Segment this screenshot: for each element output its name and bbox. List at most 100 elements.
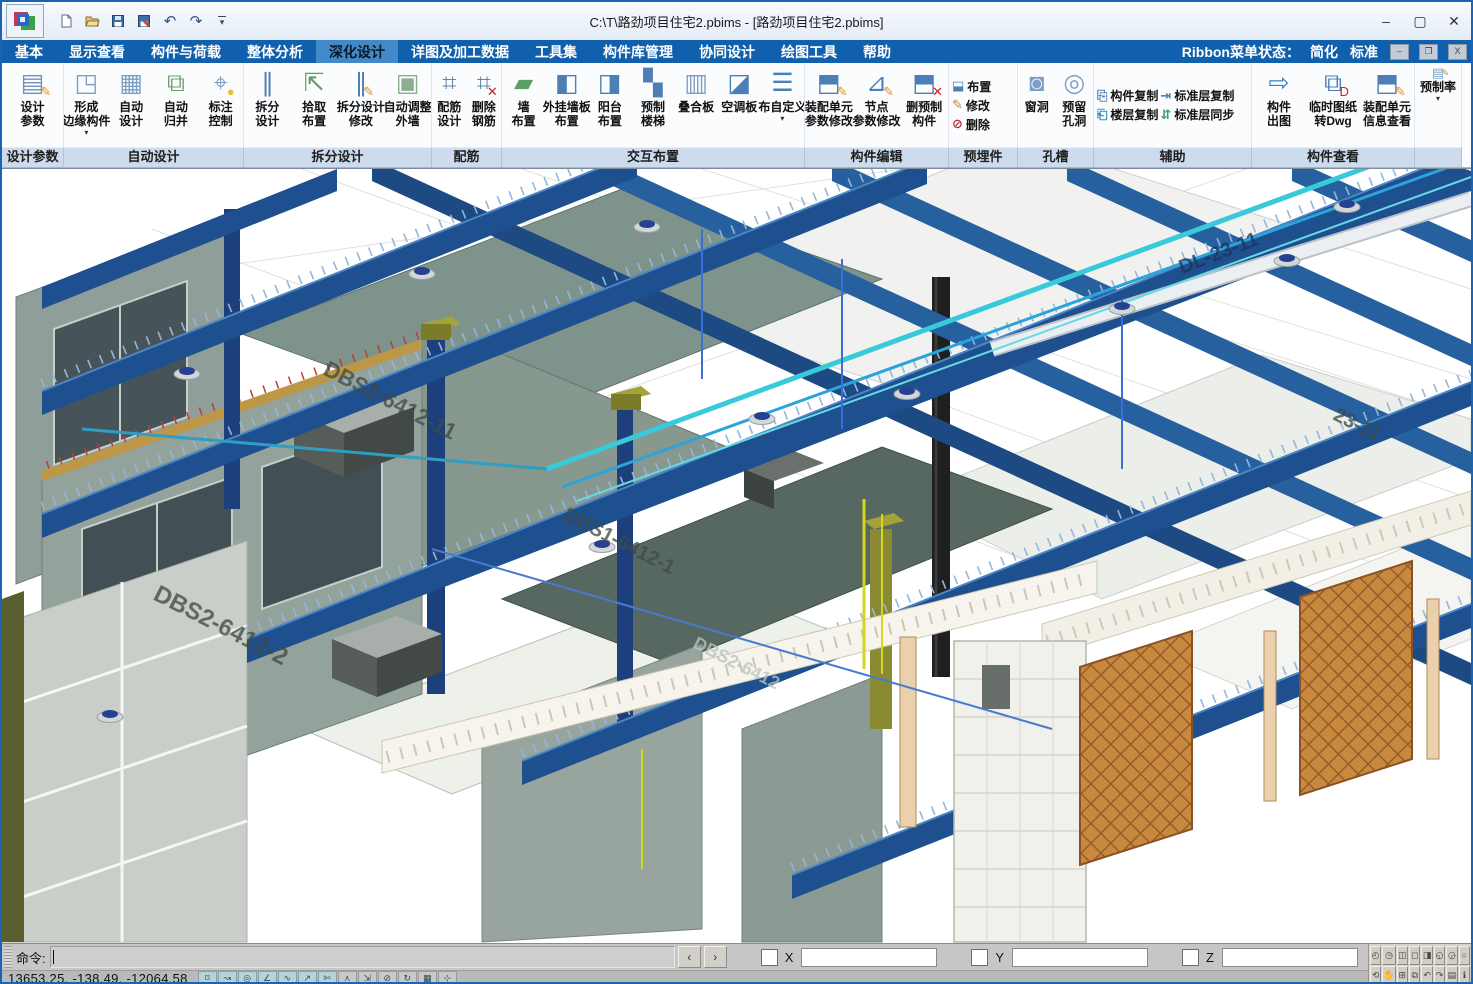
embed-place-button[interactable]: ⬓布置 xyxy=(952,78,991,95)
info-view-icon[interactable]: ℹ xyxy=(1459,966,1470,984)
minimize-button[interactable]: – xyxy=(1369,8,1403,34)
close-button[interactable]: ✕ xyxy=(1437,8,1471,34)
object-snap-icon[interactable]: ◎ xyxy=(238,971,257,984)
angle-snap-icon[interactable]: ∠ xyxy=(258,971,277,984)
disable-toggle-icon[interactable]: ⊘ xyxy=(378,971,397,984)
open-file-icon[interactable] xyxy=(82,11,102,31)
annotation-control-button[interactable]: ⌖●标注 控制 xyxy=(198,63,243,147)
composite-slab-button[interactable]: ▥叠合板 xyxy=(675,63,718,147)
delete-precast-button[interactable]: ⬒✕删预制 构件 xyxy=(900,63,948,147)
mdi-restore-button[interactable]: ❐ xyxy=(1419,44,1438,60)
precast-stair-button[interactable]: ▚预制 楼梯 xyxy=(631,63,674,147)
embed-delete-button[interactable]: ⊘删除 xyxy=(952,116,991,133)
customize-toolbar-icon[interactable]: ▾ xyxy=(212,11,232,31)
command-bar-grip[interactable] xyxy=(4,946,12,968)
maximize-button[interactable]: ▢ xyxy=(1403,8,1437,34)
design-params-button[interactable]: ▤✎设计 参数 xyxy=(2,63,63,147)
trim-toggle-icon[interactable]: ✄ xyxy=(318,971,337,984)
snap-toggle-icon[interactable]: ⌑ xyxy=(198,971,217,984)
undo-icon[interactable]: ↶ xyxy=(160,11,180,31)
window-opening-button[interactable]: ◙窗洞 xyxy=(1018,63,1056,147)
precast-rate-button[interactable]: ▤✎预制率▾ xyxy=(1415,63,1461,147)
menu-tab-0[interactable]: 基本 xyxy=(2,40,56,63)
regen-icon[interactable]: ↻ xyxy=(398,971,417,984)
prev-view-icon[interactable]: ↶ xyxy=(1421,966,1432,984)
floor-copy-button[interactable]: ⎗楼层复制 xyxy=(1097,106,1158,123)
chevron-down-icon[interactable]: ▾ xyxy=(84,129,88,136)
menu-tab-4[interactable]: 深化设计 xyxy=(316,40,398,63)
view-nw-icon[interactable]: ◴ xyxy=(1370,946,1381,965)
model-viewport[interactable]: DBS2-6412-11 DBS2-6412-2 DBS1-6412-1 DL-… xyxy=(2,168,1471,943)
view-sw-icon[interactable]: ◶ xyxy=(1446,946,1457,965)
assembly-param-button[interactable]: ⬒✎装配单元 参数修改 xyxy=(805,63,853,147)
ribbon-state-standard-button[interactable]: 标准 xyxy=(1348,42,1380,62)
menu-tab-9[interactable]: 绘图工具 xyxy=(768,40,850,63)
pick-layout-button[interactable]: ⇱拾取 布置 xyxy=(291,63,338,147)
polar-tracking-icon[interactable]: ↝ xyxy=(218,971,237,984)
balcony-layout-button[interactable]: ◨阳台 布置 xyxy=(588,63,631,147)
auto-design-button[interactable]: ▦自动 设计 xyxy=(109,63,154,147)
grid-toggle-icon[interactable]: ▦ xyxy=(418,971,437,984)
zoom-window-icon[interactable]: ⊞ xyxy=(1397,966,1408,984)
auto-adjust-wall-button[interactable]: ▣自动调整 外墙 xyxy=(384,63,431,147)
temp-dwg-button[interactable]: ⧉D临时图纸 转Dwg xyxy=(1306,63,1360,147)
ac-slab-button[interactable]: ◪空调板 xyxy=(718,63,761,147)
menu-tab-8[interactable]: 协同设计 xyxy=(686,40,768,63)
save-icon[interactable] xyxy=(108,11,128,31)
model-viewport-3d[interactable]: DBS2-6412-11 DBS2-6412-2 DBS1-6412-1 DL-… xyxy=(2,169,1471,943)
view-side-icon[interactable]: ◨ xyxy=(1421,946,1432,965)
layer-view-icon[interactable]: ▤ xyxy=(1446,966,1457,984)
fit-view-icon[interactable]: ⇲ xyxy=(358,971,377,984)
edge-member-button[interactable]: ◳形成 边缘构件▾ xyxy=(64,63,109,147)
menu-tab-6[interactable]: 工具集 xyxy=(522,40,590,63)
cladding-panel-button[interactable]: ◧外挂墙板 布置 xyxy=(545,63,588,147)
save-as-icon[interactable] xyxy=(134,11,154,31)
select-mode-icon[interactable]: ⋏ xyxy=(338,971,357,984)
new-file-icon[interactable] xyxy=(56,11,76,31)
menu-tab-1[interactable]: 显示查看 xyxy=(56,40,138,63)
assembly-info-button[interactable]: ⬒✎装配单元 信息查看 xyxy=(1360,63,1414,147)
view-ne-icon[interactable]: ◷ xyxy=(1382,946,1395,965)
app-logo-icon[interactable] xyxy=(6,4,44,38)
view-se-icon[interactable]: ◵ xyxy=(1434,946,1445,965)
y-axis-checkbox[interactable] xyxy=(971,949,988,966)
pan-icon[interactable]: ✋ xyxy=(1382,966,1395,984)
menu-tab-7[interactable]: 构件库管理 xyxy=(590,40,686,63)
z-axis-checkbox[interactable] xyxy=(1182,949,1199,966)
view-ring-icon[interactable]: ○ xyxy=(1459,946,1470,965)
history-prev-button[interactable]: ‹ xyxy=(678,946,701,968)
x-axis-input[interactable] xyxy=(801,948,937,967)
menu-tab-5[interactable]: 详图及加工数据 xyxy=(398,40,522,63)
spline-snap-icon[interactable]: ∿ xyxy=(278,971,297,984)
chevron-down-icon[interactable]: ▾ xyxy=(1436,95,1440,102)
orbit-icon[interactable]: ⟲ xyxy=(1370,966,1381,984)
view-cube-icon[interactable]: ◫ xyxy=(1397,946,1408,965)
zoom-extents-icon[interactable]: ⧉ xyxy=(1409,966,1420,984)
member-copy-button[interactable]: ⎘构件复制 xyxy=(1097,87,1158,104)
custom-layout-button[interactable]: ☰布自定义▾ xyxy=(761,63,804,147)
z-axis-input[interactable] xyxy=(1222,948,1358,967)
std-floor-sync-button[interactable]: ⇵标准层同步 xyxy=(1160,106,1234,123)
view-box-icon[interactable]: ◻ xyxy=(1409,946,1420,965)
split-modify-button[interactable]: ∥✎拆分设计 修改 xyxy=(338,63,385,147)
split-design-button[interactable]: ∥拆分 设计 xyxy=(244,63,291,147)
wall-layout-button[interactable]: ▰墙 布置 xyxy=(502,63,545,147)
redo-icon[interactable]: ↷ xyxy=(186,11,206,31)
history-next-button[interactable]: › xyxy=(704,946,727,968)
mdi-close-button[interactable]: X xyxy=(1448,44,1467,60)
embed-modify-button[interactable]: ✎修改 xyxy=(952,97,991,114)
menu-tab-3[interactable]: 整体分析 xyxy=(234,40,316,63)
menu-tab-2[interactable]: 构件与荷载 xyxy=(138,40,234,63)
crosshair-toggle-icon[interactable]: ⊹ xyxy=(438,971,457,984)
node-param-button[interactable]: ⊿✎节点 参数修改 xyxy=(853,63,901,147)
command-input[interactable] xyxy=(50,946,675,968)
std-floor-copy-button[interactable]: ⇥标准层复制 xyxy=(1160,87,1234,104)
vector-snap-icon[interactable]: ↗ xyxy=(298,971,317,984)
reserved-hole-button[interactable]: ◎预留 孔洞 xyxy=(1056,63,1094,147)
y-axis-input[interactable] xyxy=(1012,948,1148,967)
delete-rebar-button[interactable]: ⌗✕删除 钢筋 xyxy=(467,63,502,147)
next-view-icon[interactable]: ↷ xyxy=(1434,966,1445,984)
member-drawing-button[interactable]: ⇨构件 出图 xyxy=(1252,63,1306,147)
x-axis-checkbox[interactable] xyxy=(761,949,778,966)
chevron-down-icon[interactable]: ▾ xyxy=(780,115,784,122)
